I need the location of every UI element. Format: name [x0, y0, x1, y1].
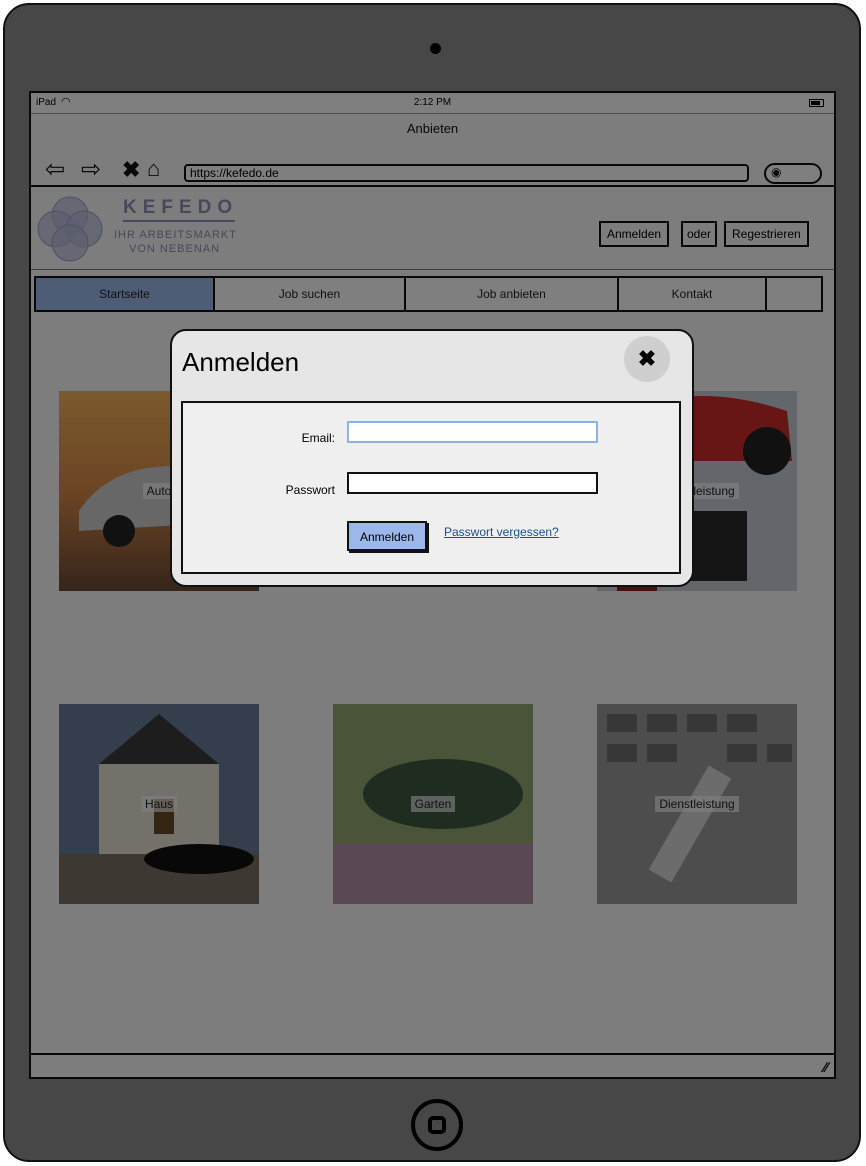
- home-button[interactable]: [411, 1099, 463, 1151]
- home-button-icon: [428, 1116, 446, 1134]
- email-field[interactable]: [347, 421, 598, 443]
- dialog-close-button[interactable]: ✖: [624, 336, 670, 382]
- password-label: Passwort: [285, 483, 335, 497]
- login-dialog: Anmelden ✖ Email: Passwort Anmelden Pass…: [170, 329, 694, 587]
- password-field[interactable]: [347, 472, 598, 494]
- dialog-title: Anmelden: [182, 347, 300, 377]
- camera: [430, 43, 441, 54]
- close-icon: ✖: [637, 346, 657, 371]
- login-submit-button[interactable]: Anmelden: [347, 521, 427, 551]
- forgot-password-link[interactable]: Passwort vergessen?: [444, 525, 559, 539]
- login-form: Email: Passwort Anmelden Passwort verges…: [181, 401, 681, 574]
- email-label: Email:: [301, 431, 335, 445]
